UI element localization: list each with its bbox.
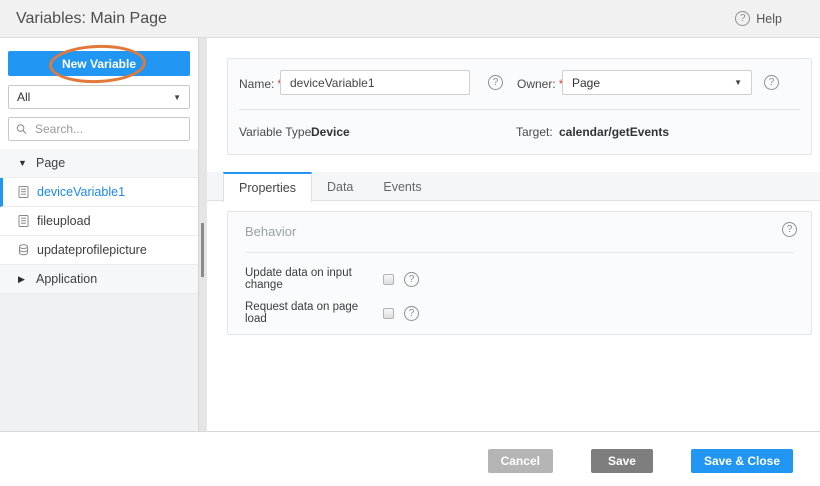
help-label: Help <box>756 12 782 26</box>
option-help-icon[interactable]: ? <box>404 272 419 287</box>
search-icon <box>16 123 27 135</box>
help-link[interactable]: ? Help <box>735 0 782 37</box>
option-label: Update data on input change <box>245 267 373 291</box>
new-variable-button[interactable]: New Variable <box>8 51 190 76</box>
chevron-down-icon: ▼ <box>734 78 742 87</box>
search-input[interactable] <box>33 121 182 137</box>
target-label: Target: <box>516 125 553 139</box>
variable-detail-panel: Name:* ? Owner:* Page ▼ ? Variable Type:… <box>207 38 820 431</box>
tree-item-label: fileupload <box>37 214 91 228</box>
title-bar: Variables: Main Page ? Help <box>0 0 820 38</box>
tab-data[interactable]: Data <box>312 172 368 201</box>
tab-properties[interactable]: Properties <box>223 172 312 202</box>
detail-tabs: Properties Data Events <box>207 172 820 201</box>
variable-summary-panel: Name:* ? Owner:* Page ▼ ? Variable Type:… <box>227 58 812 155</box>
tree-group-label: Application <box>36 272 97 286</box>
footer-buttons: Cancel Save Save & Close <box>488 449 793 473</box>
scrollbar-thumb[interactable] <box>201 223 204 277</box>
save-button[interactable]: Save <box>591 449 653 473</box>
behavior-help-icon[interactable]: ? <box>782 222 797 237</box>
owner-select-value: Page <box>572 76 600 90</box>
tree-item-label: deviceVariable1 <box>37 185 125 199</box>
tab-events[interactable]: Events <box>368 172 436 201</box>
tree-group-application[interactable]: ▶ Application <box>0 265 198 294</box>
owner-select[interactable]: Page ▼ <box>562 70 752 95</box>
tree-item-label: updateprofilepicture <box>37 243 147 257</box>
tree-group-label: Page <box>36 156 65 170</box>
page-title: Variables: Main Page <box>16 0 167 37</box>
option-row-update-on-input-change: Update data on input change ? <box>245 267 419 291</box>
panel-divider <box>239 109 800 110</box>
option-row-request-on-page-load: Request data on page load ? <box>245 301 419 325</box>
variable-type-label: Variable Type: <box>239 125 315 139</box>
name-label: Name:* <box>239 77 282 91</box>
cancel-button[interactable]: Cancel <box>488 449 553 473</box>
sidebar-controls: New Variable All ▼ <box>0 38 198 149</box>
save-and-close-button[interactable]: Save & Close <box>691 449 793 473</box>
name-help-icon[interactable]: ? <box>488 75 503 90</box>
caret-down-icon: ▼ <box>18 158 28 168</box>
behavior-title: Behavior <box>245 224 296 239</box>
option-label: Request data on page load <box>245 301 373 325</box>
owner-label: Owner:* <box>517 77 563 91</box>
tree-item-fileupload[interactable]: fileupload <box>0 207 198 236</box>
tree-item-devicevariable1[interactable]: deviceVariable1 <box>0 178 198 207</box>
name-input[interactable] <box>280 70 470 95</box>
owner-help-icon[interactable]: ? <box>764 75 779 90</box>
update-data-on-input-change-checkbox[interactable] <box>383 274 394 285</box>
device-variable-icon <box>18 186 29 198</box>
target-value: calendar/getEvents <box>559 125 669 139</box>
variable-type-value: Device <box>311 125 350 139</box>
variables-sidebar: New Variable All ▼ ▼ Page deviceVariable… <box>0 38 198 431</box>
variable-filter-select[interactable]: All ▼ <box>8 85 190 109</box>
tree-item-updateprofilepicture[interactable]: updateprofilepicture <box>0 236 198 265</box>
tree-group-page[interactable]: ▼ Page <box>0 149 198 178</box>
help-icon: ? <box>735 11 750 26</box>
variables-tree: ▼ Page deviceVariable1 fileupload update… <box>0 149 198 294</box>
option-help-icon[interactable]: ? <box>404 306 419 321</box>
sidebar-empty-area <box>0 294 198 431</box>
behavior-panel: Behavior ? Update data on input change ?… <box>227 211 812 335</box>
variable-search-box[interactable] <box>8 117 190 141</box>
variable-filter-value: All <box>17 90 30 104</box>
caret-right-icon: ▶ <box>18 274 28 285</box>
request-data-on-page-load-checkbox[interactable] <box>383 308 394 319</box>
footer-bar: Cancel Save Save & Close <box>0 431 820 486</box>
device-variable-icon <box>18 215 29 227</box>
service-variable-icon <box>18 244 29 256</box>
chevron-down-icon: ▼ <box>173 93 181 102</box>
sidebar-scrollbar-track <box>198 38 207 431</box>
panel-divider <box>245 252 794 253</box>
